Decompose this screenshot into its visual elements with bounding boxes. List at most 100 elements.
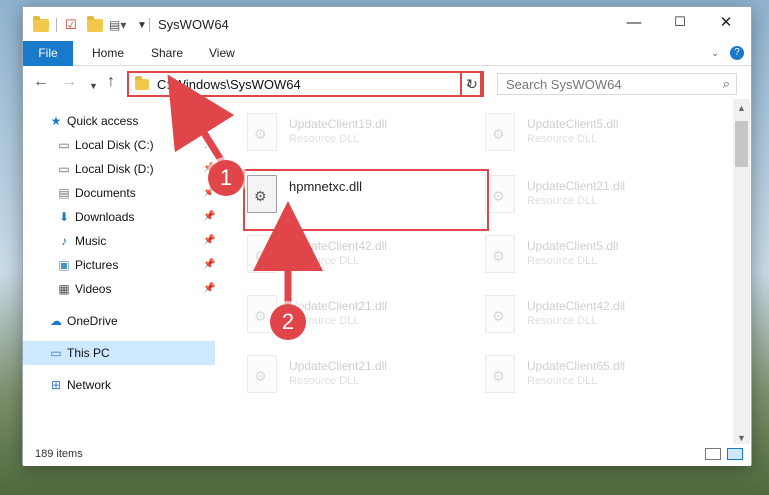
address-bar[interactable]: C:\Windows\SysWOW64 ⌄ — [127, 71, 482, 97]
vertical-scrollbar[interactable]: ▲ ▼ — [733, 99, 750, 447]
minimize-button[interactable]: — — [611, 7, 657, 37]
sidebar-item-label: OneDrive — [67, 314, 118, 328]
customize-toolbar-icon[interactable]: ▤▾ — [109, 16, 126, 34]
sidebar-item-network[interactable]: ⊞ Network — [23, 373, 215, 397]
pin-icon[interactable]: 📌 — [203, 277, 215, 301]
file-name: UpdateClient5.dll — [527, 117, 619, 131]
sidebar-item-label: Local Disk (C:) — [75, 138, 154, 152]
pin-icon[interactable]: 📌 — [203, 229, 215, 253]
sidebar-item-local-disk-d[interactable]: ▭ Local Disk (D:) 📌 — [23, 157, 215, 181]
properties-icon[interactable]: ☑ — [65, 16, 77, 34]
sidebar-item-videos[interactable]: ▦ Videos 📌 — [23, 277, 215, 301]
tab-share[interactable]: Share — [151, 41, 183, 66]
pin-icon[interactable]: 📌 — [203, 205, 215, 229]
file-name: UpdateClient65.dll — [527, 359, 626, 373]
list-item[interactable]: ⚙ UpdateClient5.dll Resource DLL — [457, 103, 687, 159]
list-item[interactable]: ⚙ UpdateClient21.dll Resource DLL — [457, 165, 687, 221]
sidebar-item-pictures[interactable]: ▣ Pictures 📌 — [23, 253, 215, 277]
sidebar-item-label: Quick access — [67, 114, 139, 128]
close-button[interactable]: ✕ — [703, 7, 749, 37]
file-name: UpdateClient21.dll — [289, 299, 388, 313]
highlight-box — [243, 169, 489, 231]
navigation-bar: ← → ▼ ↑ C:\Windows\SysWOW64 ⌄ ↻ Search S… — [23, 67, 751, 99]
address-path[interactable]: C:\Windows\SysWOW64 — [157, 77, 301, 92]
details-view-icon[interactable] — [705, 448, 721, 460]
dll-file-icon: ⚙ — [485, 235, 515, 273]
dll-file-icon: ⚙ — [485, 295, 515, 333]
scroll-down-icon[interactable]: ▼ — [737, 433, 746, 443]
file-type: Resource DLL — [289, 133, 360, 145]
computer-icon: ▭ — [50, 346, 62, 360]
file-type: Resource DLL — [527, 195, 598, 207]
dll-file-icon: ⚙ — [247, 113, 277, 151]
file-type: Resource DLL — [527, 255, 598, 267]
file-type: Resource DLL — [289, 255, 360, 267]
file-name: UpdateClient42.dll — [289, 239, 388, 253]
documents-icon: ▤ — [58, 186, 70, 200]
pin-icon[interactable]: 📌 — [203, 133, 215, 157]
file-name: UpdateClient42.dll — [527, 299, 626, 313]
status-bar: 189 items — [23, 444, 751, 466]
item-count: 189 items — [35, 448, 83, 460]
videos-icon: ▦ — [58, 282, 70, 296]
sidebar-item-label: Documents — [75, 186, 136, 200]
network-icon: ⊞ — [50, 378, 62, 392]
file-type: Resource DLL — [527, 133, 598, 145]
callout-step-2: 2 — [270, 304, 306, 340]
dll-file-icon: ⚙ — [485, 113, 515, 151]
up-arrow-icon[interactable]: ↑ — [107, 74, 115, 90]
sidebar-item-downloads[interactable]: ⬇ Downloads 📌 — [23, 205, 215, 229]
window-title: SysWOW64 — [158, 17, 229, 32]
sidebar-item-onedrive[interactable]: ☁ OneDrive — [23, 309, 215, 333]
dll-file-icon: ⚙ — [485, 175, 515, 213]
refresh-button[interactable]: ↻ — [460, 71, 484, 97]
sidebar-item-documents[interactable]: ▤ Documents 📌 — [23, 181, 215, 205]
large-icons-view-icon[interactable] — [727, 448, 743, 460]
download-icon: ⬇ — [58, 210, 70, 224]
list-item[interactable]: ⚙ UpdateClient21.dll Resource DLL — [219, 285, 449, 341]
pictures-icon: ▣ — [58, 258, 70, 272]
dll-file-icon: ⚙ — [247, 355, 277, 393]
expand-ribbon-icon[interactable]: ⌄ — [711, 41, 719, 66]
dll-file-icon: ⚙ — [247, 235, 277, 273]
list-item[interactable]: ⚙ UpdateClient21.dll Resource DLL — [219, 345, 449, 401]
list-item[interactable]: ⚙ UpdateClient19.dll Resource DLL — [219, 103, 449, 159]
file-type: Resource DLL — [289, 375, 360, 387]
list-item[interactable]: ⚙ UpdateClient42.dll Resource DLL — [219, 225, 449, 281]
ribbon: File Home Share View ⌄ ? — [23, 41, 751, 66]
separator — [149, 16, 150, 34]
sidebar-item-local-disk-c[interactable]: ▭ Local Disk (C:) 📌 — [23, 133, 215, 157]
pin-icon[interactable]: 📌 — [203, 253, 215, 277]
search-icon[interactable]: ⌕ — [723, 76, 730, 92]
cloud-icon: ☁ — [50, 314, 62, 328]
sidebar-item-quick-access[interactable]: ★ Quick access — [23, 109, 215, 133]
back-arrow-icon[interactable]: ← — [33, 74, 49, 90]
drive-icon: ▭ — [58, 162, 70, 176]
file-type: Resource DLL — [527, 375, 598, 387]
list-item[interactable]: ⚙ UpdateClient65.dll Resource DLL — [457, 345, 687, 401]
sidebar-item-this-pc[interactable]: ▭ This PC — [23, 341, 215, 365]
sidebar-item-label: Downloads — [75, 210, 135, 224]
sidebar-item-label: This PC — [67, 346, 110, 360]
list-item[interactable]: ⚙ UpdateClient42.dll Resource DLL — [457, 285, 687, 341]
new-folder-icon[interactable] — [87, 15, 103, 34]
list-item[interactable]: ⚙ UpdateClient5.dll Resource DLL — [457, 225, 687, 281]
forward-arrow-icon[interactable]: → — [61, 74, 77, 90]
tab-home[interactable]: Home — [92, 41, 124, 66]
help-icon[interactable]: ? — [730, 46, 744, 60]
recent-locations-icon[interactable]: ▼ — [89, 78, 98, 94]
separator — [56, 16, 57, 34]
file-name: UpdateClient19.dll — [289, 117, 388, 131]
maximize-button[interactable]: ☐ — [657, 7, 703, 37]
scroll-up-icon[interactable]: ▲ — [737, 103, 746, 113]
search-input[interactable]: Search SysWOW64 ⌕ — [497, 73, 737, 95]
folder-icon — [33, 15, 49, 34]
file-name: UpdateClient5.dll — [527, 239, 619, 253]
tab-view[interactable]: View — [209, 41, 235, 66]
file-name: UpdateClient21.dll — [527, 179, 626, 193]
sidebar-item-music[interactable]: ♪ Music 📌 — [23, 229, 215, 253]
tab-file[interactable]: File — [23, 41, 73, 66]
quick-access-dropdown-icon[interactable]: ▼ — [137, 16, 147, 34]
sidebar-item-label: Music — [75, 234, 107, 248]
scrollbar-thumb[interactable] — [735, 121, 748, 167]
